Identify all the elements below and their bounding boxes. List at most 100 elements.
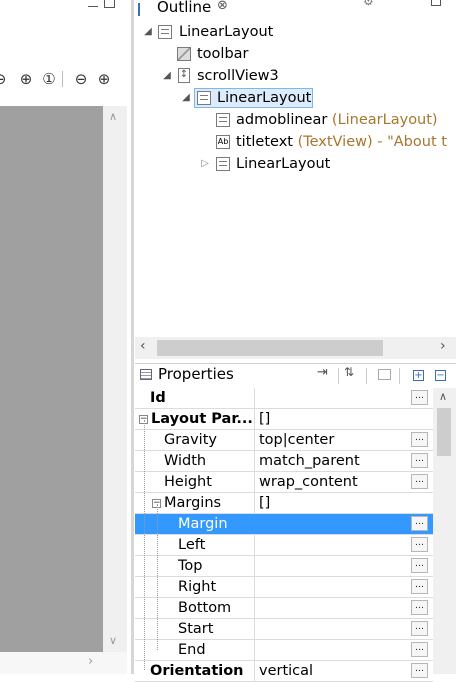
zoom-in-icon[interactable]: ⊕ [95, 70, 113, 88]
tree-node-root-linearlayout[interactable]: ◢ LinearLayout [135, 21, 456, 43]
property-edit-button[interactable]: … [411, 579, 428, 594]
property-name: Margins [135, 493, 255, 513]
property-value[interactable] [256, 514, 411, 534]
minimize-icon[interactable] [88, 0, 98, 7]
maximize-icon[interactable] [431, 0, 441, 6]
sort-alphabetically-icon[interactable]: ⇅ [344, 365, 354, 379]
design-canvas[interactable] [0, 106, 103, 652]
scrollbar-thumb[interactable] [157, 340, 383, 356]
outline-tree[interactable]: ◢ LinearLayout toolbar ◢ ↕ scrollView3 ◢… [135, 20, 456, 336]
property-row-top[interactable]: Top … [135, 556, 433, 577]
property-edit-button[interactable]: … [411, 600, 428, 615]
outline-tab-label[interactable]: Outline [157, 0, 211, 16]
scroll-right-arrow-icon[interactable]: › [440, 338, 446, 354]
pane-divider[interactable] [131, 0, 134, 674]
collapsed-arrow-icon[interactable]: ▷ [199, 153, 211, 175]
canvas-vertical-scrollbar[interactable]: ∧ ∨ [103, 106, 127, 652]
property-name: End [135, 640, 255, 660]
property-row-right[interactable]: Right … [135, 577, 433, 598]
tree-node-label: toolbar [197, 46, 249, 62]
scrollbar-thumb[interactable] [437, 408, 451, 456]
property-row-margin-selected[interactable]: Margin … [135, 514, 433, 535]
scroll-up-arrow-icon[interactable]: ∧ [109, 110, 117, 123]
scroll-left-arrow-icon[interactable]: ‹ [140, 338, 146, 354]
canvas-horizontal-scrollbar[interactable]: › [0, 652, 127, 674]
property-row-start[interactable]: Start … [135, 619, 433, 640]
scroll-right-arrow-icon[interactable]: › [88, 654, 93, 669]
property-name: Bottom [135, 598, 255, 618]
property-row-height[interactable]: Height wrap_content … [135, 472, 433, 493]
expanded-arrow-icon[interactable]: ◢ [161, 65, 173, 87]
property-name: Id [135, 388, 255, 408]
tree-node-label: LinearLayout [217, 90, 312, 106]
maximize-icon[interactable] [104, 0, 115, 8]
property-name: Start [135, 619, 255, 639]
tree-node-text: titletext (TextView) - "About t [236, 131, 447, 153]
property-name: Height [135, 472, 255, 492]
property-edit-button[interactable]: … [411, 453, 428, 468]
zoom-real-size-icon[interactable]: ⊕ [17, 70, 35, 88]
property-edit-button[interactable]: … [411, 642, 428, 657]
scrollview-icon: ↕ [178, 68, 190, 83]
zoom-100-icon[interactable]: ① [40, 70, 58, 88]
property-edit-button[interactable]: … [411, 537, 428, 552]
properties-view-header: Properties ⇥ ⇅ + − [135, 363, 456, 388]
property-value[interactable]: wrap_content [256, 472, 411, 492]
property-edit-button[interactable]: … [411, 516, 428, 531]
property-value[interactable] [256, 640, 411, 660]
property-edit-button[interactable]: … [411, 390, 428, 405]
property-row-width[interactable]: Width match_parent … [135, 451, 433, 472]
scroll-up-arrow-icon[interactable]: ∧ [439, 390, 447, 403]
property-value[interactable]: match_parent [256, 451, 411, 471]
expand-all-icon[interactable]: + [413, 370, 424, 381]
show-advanced-icon[interactable] [378, 369, 391, 380]
outline-horizontal-scrollbar[interactable]: ‹ › [135, 337, 456, 359]
tree-node-linearlayout-child[interactable]: ▷ LinearLayout [135, 153, 456, 175]
properties-vertical-scrollbar[interactable]: ∧ [433, 388, 456, 674]
zoom-out-icon[interactable]: ⊖ [72, 70, 90, 88]
property-edit-button[interactable]: … [411, 432, 428, 447]
layout-editor-pane: ⊖ ⊕ ① ⊖ ⊕ ∧ ∨ › [0, 0, 132, 674]
tree-node-scrollview[interactable]: ◢ ↕ scrollView3 [135, 65, 456, 87]
tree-node-label: scrollView3 [197, 68, 279, 84]
expanded-arrow-icon[interactable]: ◢ [180, 87, 192, 109]
property-row-bottom[interactable]: Bottom … [135, 598, 433, 619]
property-value[interactable]: vertical [256, 661, 411, 681]
collapse-all-icon[interactable]: − [435, 370, 446, 381]
expanded-arrow-icon[interactable]: ◢ [142, 21, 154, 43]
property-row-margins[interactable]: − Margins [] [135, 493, 433, 514]
property-value[interactable] [256, 577, 411, 597]
property-edit-button[interactable]: … [411, 558, 428, 573]
close-icon[interactable]: ⊗ [217, 0, 228, 13]
property-name: Orientation [135, 661, 255, 681]
properties-table[interactable]: Id … − Layout Par... [] Gravity top|cent… [135, 388, 433, 682]
property-edit-button[interactable]: … [411, 474, 428, 489]
property-row-orientation[interactable]: Orientation vertical … [135, 661, 433, 682]
property-row-layout-parameters[interactable]: − Layout Par... [] [135, 409, 433, 430]
scroll-down-arrow-icon[interactable]: ∨ [109, 634, 117, 647]
tree-node-titletext[interactable]: Ab titletext (TextView) - "About t [135, 131, 456, 153]
property-name: Width [135, 451, 255, 471]
outline-view-header: Outline ⊗ ⚙ [135, 0, 456, 20]
zoom-fit-icon[interactable]: ⊖ [0, 70, 9, 88]
show-categories-icon[interactable]: ⇥ [317, 365, 328, 380]
property-row-left[interactable]: Left … [135, 535, 433, 556]
property-value[interactable] [256, 619, 411, 639]
property-name: Right [135, 577, 255, 597]
property-row-id[interactable]: Id … [135, 388, 433, 409]
property-row-end[interactable]: End … [135, 640, 433, 661]
tree-node-admoblinear[interactable]: admoblinear (LinearLayout) [135, 109, 456, 131]
property-row-gravity[interactable]: Gravity top|center … [135, 430, 433, 451]
property-edit-button[interactable]: … [411, 621, 428, 636]
property-value[interactable]: top|center [256, 430, 411, 450]
property-value[interactable] [256, 535, 411, 555]
property-value[interactable] [256, 598, 411, 618]
property-value[interactable] [256, 556, 411, 576]
property-edit-button[interactable]: … [411, 663, 428, 678]
tree-node-linearlayout-selected[interactable]: ◢ LinearLayout [135, 87, 456, 109]
collapse-all-icon[interactable]: ⚙ [363, 0, 374, 8]
tree-node-label: titletext [236, 134, 293, 150]
property-value[interactable] [256, 388, 411, 408]
tree-node-toolbar[interactable]: toolbar [135, 43, 456, 65]
tree-node-text-preview: - "About t [377, 134, 447, 150]
